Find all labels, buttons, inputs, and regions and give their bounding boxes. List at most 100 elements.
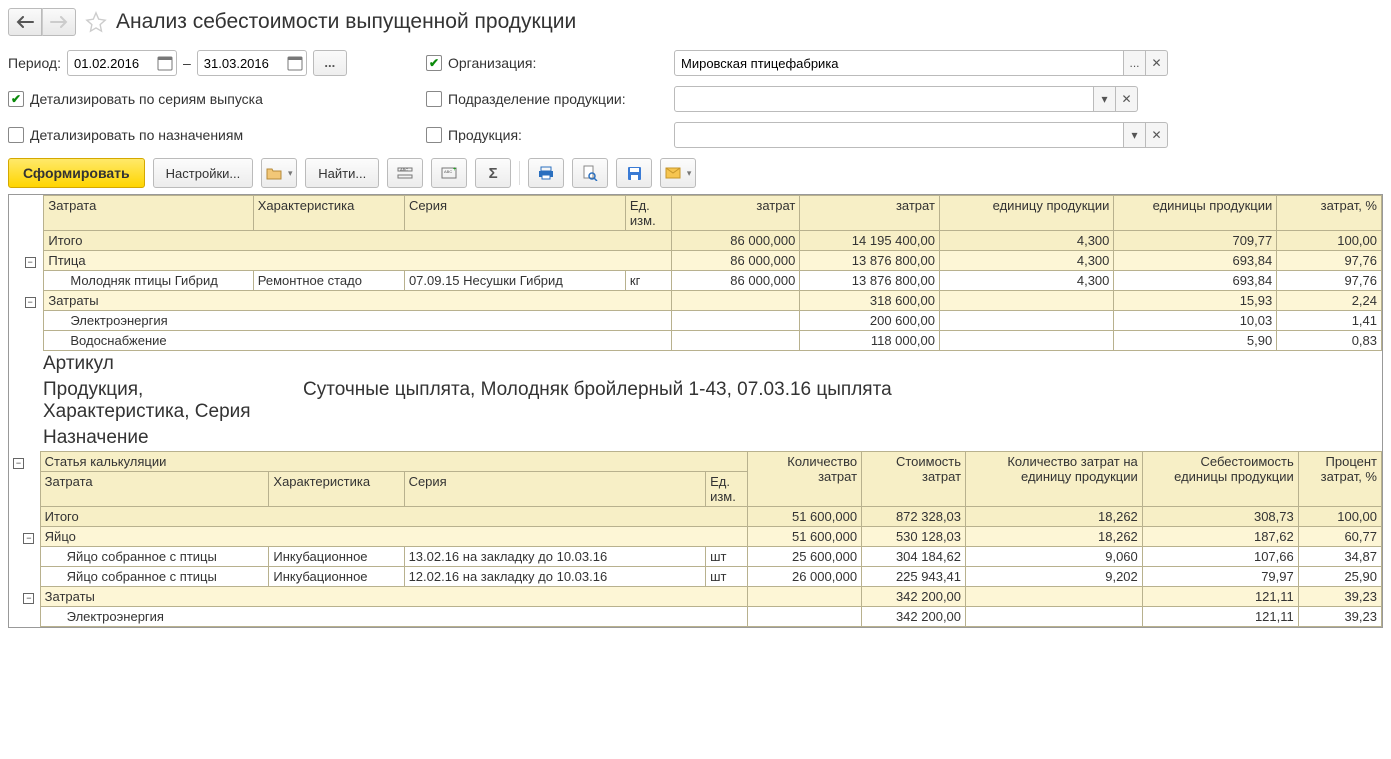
hdr-pct: затрат, % — [1277, 196, 1382, 231]
envelope-icon — [665, 167, 681, 179]
cell: 60,77 — [1298, 527, 1381, 547]
cell — [747, 607, 861, 627]
star-icon — [85, 11, 107, 33]
cell: 39,23 — [1298, 607, 1381, 627]
cell: 39,23 — [1298, 587, 1381, 607]
prod-clear-button[interactable]: ✕ — [1146, 122, 1168, 148]
collapse-groups-button[interactable]: ABC — [387, 158, 423, 188]
cell: Затраты — [44, 291, 672, 311]
cell — [966, 587, 1143, 607]
dept-checkbox[interactable] — [426, 91, 442, 107]
total-row[interactable]: Итого 86 000,000 14 195 400,00 4,300 709… — [9, 231, 1382, 251]
cell: 2,24 — [1277, 291, 1382, 311]
find-button[interactable]: Найти... — [305, 158, 379, 188]
collapse-toggle[interactable]: − — [25, 257, 36, 268]
period-ellipsis-button[interactable]: ... — [313, 50, 347, 76]
run-report-button[interactable]: Сформировать — [8, 158, 145, 188]
nav-back-button[interactable] — [8, 8, 42, 36]
group-egg-row[interactable]: − Яйцо 51 600,000 530 128,03 18,262 187,… — [9, 527, 1382, 547]
table-row[interactable]: Электроэнергия 342 200,00 121,11 39,23 — [9, 607, 1382, 627]
cell: 118 000,00 — [800, 331, 940, 351]
table-row[interactable]: Яйцо собранное с птицы Инкубационное 12.… — [9, 567, 1382, 587]
svg-text:ABC: ABC — [400, 167, 408, 172]
magnifier-page-icon — [582, 165, 598, 181]
group-bird-row[interactable]: − Птица 86 000,000 13 876 800,00 4,300 6… — [9, 251, 1382, 271]
cell: шт — [706, 567, 748, 587]
favorite-star-button[interactable] — [84, 10, 108, 34]
prod-dropdown-button[interactable]: ▾ — [1124, 122, 1146, 148]
nav-group — [8, 8, 76, 36]
table-row[interactable]: Электроэнергия 200 600,00 10,03 1,41 — [9, 311, 1382, 331]
org-clear-button[interactable]: ✕ — [1146, 50, 1168, 76]
series-checkbox-row: Детализировать по сериям выпуска — [8, 91, 418, 107]
table-row[interactable]: Яйцо собранное с птицы Инкубационное 13.… — [9, 547, 1382, 567]
toolbar: Сформировать Настройки... Найти... ABC A… — [8, 158, 1383, 188]
collapse-toggle[interactable]: − — [23, 593, 34, 604]
cell: Птица — [44, 251, 672, 271]
cell: 07.09.15 Несушки Гибрид — [404, 271, 625, 291]
sum-button[interactable]: Σ — [475, 158, 511, 188]
print-button[interactable] — [528, 158, 564, 188]
dept-input[interactable] — [674, 86, 1094, 112]
group-costs-row[interactable]: − Затраты 318 600,00 15,93 2,24 — [9, 291, 1382, 311]
prod-combo: ▾ ✕ — [674, 122, 1194, 148]
prod-input[interactable] — [674, 122, 1124, 148]
cell: 187,62 — [1142, 527, 1298, 547]
expand-groups-button[interactable]: ABC+ — [431, 158, 467, 188]
cell: 34,87 — [1298, 547, 1381, 567]
org-input[interactable] — [674, 50, 1124, 76]
preview-button[interactable] — [572, 158, 608, 188]
collapse-toggle[interactable]: − — [13, 458, 24, 469]
cell — [966, 607, 1143, 627]
cell: 5,90 — [1114, 331, 1277, 351]
table-row[interactable]: Водоснабжение 118 000,00 5,90 0,83 — [9, 331, 1382, 351]
variants-button[interactable] — [261, 158, 297, 188]
cell: Яйцо — [40, 527, 747, 547]
cell: Итого — [44, 231, 672, 251]
collapse-toggle[interactable]: − — [25, 297, 36, 308]
save-button[interactable] — [616, 158, 652, 188]
report-area: Затрата Характеристика Серия Ед. изм. за… — [8, 194, 1383, 628]
collapse-toggle[interactable]: − — [23, 533, 34, 544]
settings-button[interactable]: Настройки... — [153, 158, 254, 188]
dept-dropdown-button[interactable]: ▾ — [1094, 86, 1116, 112]
send-button[interactable] — [660, 158, 696, 188]
hdr-qpu-full: Количество затрат на единицу продукции — [966, 452, 1143, 507]
hdr-cost-name: Затрата — [44, 196, 253, 231]
calendar-icon[interactable] — [287, 55, 303, 71]
calendar-icon[interactable] — [157, 55, 173, 71]
cell: Электроэнергия — [40, 607, 747, 627]
cell: 25,90 — [1298, 567, 1381, 587]
group-costs-row-2[interactable]: − Затраты 342 200,00 121,11 39,23 — [9, 587, 1382, 607]
series-label: Детализировать по сериям выпуска — [30, 91, 263, 107]
purpose-checkbox[interactable] — [8, 127, 24, 143]
total-row[interactable]: Итого 51 600,000 872 328,03 18,262 308,7… — [9, 507, 1382, 527]
cell: 4,300 — [939, 231, 1113, 251]
cell: 13 876 800,00 — [800, 271, 940, 291]
prod-checkbox[interactable] — [426, 127, 442, 143]
cell — [672, 331, 800, 351]
cell: 121,11 — [1142, 607, 1298, 627]
nav-forward-button[interactable] — [42, 8, 76, 36]
article-label: Артикул — [39, 351, 299, 377]
date-to-wrapper — [197, 50, 307, 76]
org-checkbox[interactable] — [426, 55, 442, 71]
series-checkbox[interactable] — [8, 91, 24, 107]
header-row-calc: − Статья калькуляции Количество затрат С… — [9, 452, 1382, 472]
cell: 318 600,00 — [800, 291, 940, 311]
hdr-pct-full: Процент затрат, % — [1298, 452, 1381, 507]
period-row: Период: – ... — [8, 50, 418, 76]
org-combo: ... ✕ — [674, 50, 1194, 76]
cell — [939, 331, 1113, 351]
cell: 79,97 — [1142, 567, 1298, 587]
org-select-button[interactable]: ... — [1124, 50, 1146, 76]
cell: Водоснабжение — [44, 331, 672, 351]
cell: 86 000,000 — [672, 271, 800, 291]
cell — [672, 291, 800, 311]
table-row[interactable]: Молодняк птицы Гибрид Ремонтное стадо 07… — [9, 271, 1382, 291]
hdr-unit: Ед. изм. — [706, 472, 748, 507]
cell: 0,83 — [1277, 331, 1382, 351]
sigma-icon: Σ — [489, 165, 498, 182]
dept-clear-button[interactable]: ✕ — [1116, 86, 1138, 112]
hdr-cost: затрат — [800, 196, 940, 231]
